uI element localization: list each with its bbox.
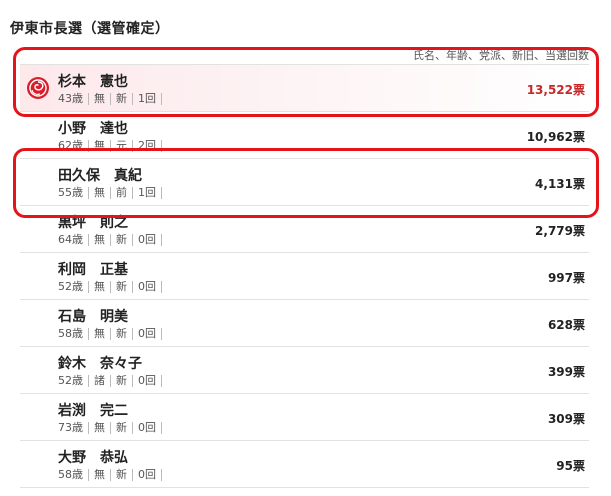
candidate-meta: 64歳 無 新 0回: [58, 234, 162, 246]
candidate-status: 元: [111, 140, 133, 152]
column-legend: 氏名、年齢、党派、新旧、当選回数: [413, 49, 589, 62]
candidate-meta: 55歳 無 前 1回: [58, 187, 162, 199]
rose-icon: [27, 77, 49, 99]
candidate-row: 小野 達也 62歳 無 元 2回 10,962票: [20, 112, 589, 159]
candidate-votes: 95票: [556, 459, 585, 473]
candidate-party: 無: [89, 93, 111, 105]
candidate-party: 無: [89, 140, 111, 152]
candidate-party: 無: [89, 187, 111, 199]
candidate-row: 田久保 真紀 55歳 無 前 1回 4,131票: [20, 159, 589, 206]
candidate-row: 岩渕 完二 73歳 無 新 0回 309票: [20, 394, 589, 441]
candidate-party: 無: [89, 469, 111, 481]
candidate-votes: 4,131票: [535, 177, 585, 191]
candidate-party: 無: [89, 234, 111, 246]
candidate-row: 石島 明美 58歳 無 新 0回 628票: [20, 300, 589, 347]
candidate-party: 無: [89, 328, 111, 340]
candidate-terms: 1回: [133, 187, 162, 199]
candidate-party: 諸: [89, 375, 111, 387]
candidate-status: 新: [111, 422, 133, 434]
candidate-terms: 0回: [133, 328, 162, 340]
candidate-row: 黒坪 則之 64歳 無 新 0回 2,779票: [20, 206, 589, 253]
candidate-age: 58歳: [58, 328, 89, 340]
candidate-votes: 399票: [547, 365, 585, 379]
candidate-row: 大野 恭弘 58歳 無 新 0回 95票: [20, 441, 589, 488]
candidate-terms: 0回: [133, 281, 162, 293]
candidate-name: 岩渕 完二: [58, 403, 128, 419]
candidate-votes: 13,522票: [526, 83, 585, 97]
candidate-terms: 0回: [133, 469, 162, 481]
candidate-age: 58歳: [58, 469, 89, 481]
candidate-meta: 62歳 無 元 2回: [58, 140, 162, 152]
page-title: 伊東市長選（選管確定）: [10, 21, 170, 37]
candidate-party: 無: [89, 281, 111, 293]
candidate-votes: 628票: [547, 318, 585, 332]
candidate-age: 43歳: [58, 93, 89, 105]
candidate-party: 無: [89, 422, 111, 434]
candidate-meta: 58歳 無 新 0回: [58, 328, 162, 340]
candidate-votes: 2,779票: [535, 224, 585, 238]
candidate-meta: 73歳 無 新 0回: [58, 422, 162, 434]
candidate-name: 石島 明美: [58, 309, 128, 325]
candidate-status: 新: [111, 375, 133, 387]
candidate-age: 52歳: [58, 375, 89, 387]
candidate-name: 利岡 正基: [58, 262, 128, 278]
candidate-meta: 52歳 無 新 0回: [58, 281, 162, 293]
candidate-row-winner: 杉本 憲也 43歳 無 新 1回 13,522票: [20, 65, 589, 112]
candidate-name: 大野 恭弘: [58, 450, 128, 466]
candidate-status: 新: [111, 93, 133, 105]
candidate-name: 小野 達也: [58, 121, 128, 137]
candidate-row: 利岡 正基 52歳 無 新 0回 997票: [20, 253, 589, 300]
candidate-votes: 997票: [547, 271, 585, 285]
candidate-name: 黒坪 則之: [58, 215, 128, 231]
candidate-name: 鈴木 奈々子: [58, 356, 142, 372]
candidate-status: 新: [111, 234, 133, 246]
candidate-status: 新: [111, 328, 133, 340]
candidate-age: 62歳: [58, 140, 89, 152]
candidate-status: 新: [111, 281, 133, 293]
candidate-votes: 10,962票: [526, 130, 585, 144]
candidate-terms: 0回: [133, 422, 162, 434]
candidate-terms: 0回: [133, 234, 162, 246]
candidate-meta: 43歳 無 新 1回: [58, 93, 162, 105]
candidate-meta: 52歳 諸 新 0回: [58, 375, 162, 387]
candidate-meta: 58歳 無 新 0回: [58, 469, 162, 481]
candidate-terms: 0回: [133, 375, 162, 387]
candidate-age: 55歳: [58, 187, 89, 199]
candidate-terms: 1回: [133, 93, 162, 105]
candidate-age: 64歳: [58, 234, 89, 246]
results-list: 杉本 憲也 43歳 無 新 1回 13,522票 小野 達也 62歳 無 元 2…: [20, 64, 589, 488]
candidate-age: 52歳: [58, 281, 89, 293]
candidate-name: 杉本 憲也: [58, 74, 128, 90]
candidate-votes: 309票: [547, 412, 585, 426]
candidate-status: 前: [111, 187, 133, 199]
candidate-status: 新: [111, 469, 133, 481]
candidate-terms: 2回: [133, 140, 162, 152]
candidate-name: 田久保 真紀: [58, 168, 142, 184]
candidate-age: 73歳: [58, 422, 89, 434]
candidate-row: 鈴木 奈々子 52歳 諸 新 0回 399票: [20, 347, 589, 394]
